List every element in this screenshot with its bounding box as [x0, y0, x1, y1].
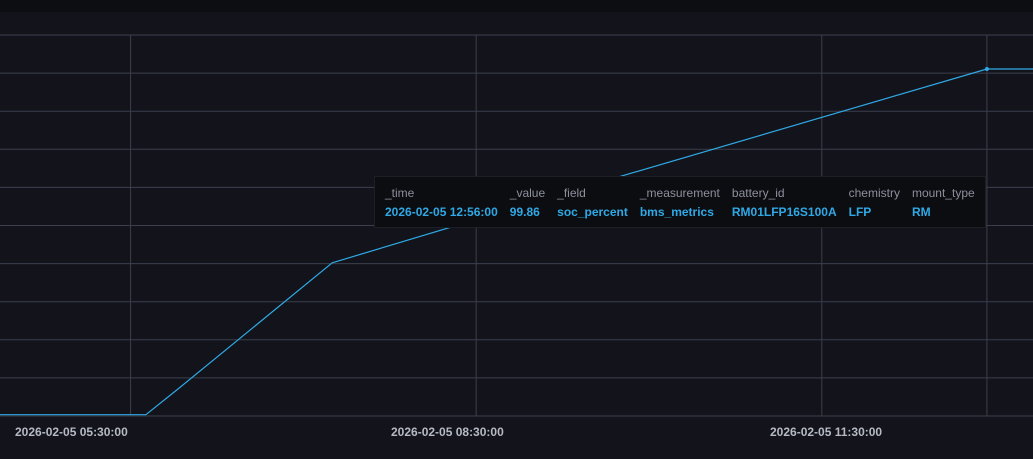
- tooltip-header: _time: [385, 186, 415, 200]
- tooltip-header: chemistry: [848, 186, 900, 200]
- tooltip-column-mount-type: mount_type RM: [912, 186, 975, 227]
- tooltip-value: RM: [911, 205, 931, 219]
- highlighted-data-point: [984, 67, 989, 72]
- tooltip-header: _value: [509, 186, 546, 200]
- line-chart[interactable]: [0, 0, 1033, 459]
- tooltip-value: soc_percent: [557, 205, 628, 219]
- x-tick-label: 2026-02-05 05:30:00: [15, 425, 128, 439]
- tooltip-value: bms_metrics: [639, 205, 714, 219]
- tooltip-header: _measurement: [639, 186, 720, 200]
- tooltip-column-field: _field soc_percent: [557, 186, 628, 227]
- tooltip-column-measurement: _measurement bms_metrics: [640, 186, 720, 227]
- tooltip-value: LFP: [848, 205, 872, 219]
- tooltip-value: 99.86: [509, 205, 540, 219]
- tooltip-column-battery-id: battery_id RM01LFP16S100A: [732, 186, 837, 227]
- tooltip-header: _field: [557, 186, 586, 200]
- data-point-tooltip: _time 2026-02-05 12:56:00 _value 99.86 _…: [374, 176, 986, 228]
- tooltip-column-time: _time 2026-02-05 12:56:00: [385, 186, 498, 227]
- x-tick-label: 2026-02-05 08:30:00: [391, 425, 504, 439]
- series-line: [0, 68, 1033, 416]
- x-tick-label: 2026-02-05 11:30:00: [770, 425, 883, 439]
- tooltip-header: mount_type: [911, 186, 975, 200]
- tooltip-column-chemistry: chemistry LFP: [849, 186, 900, 227]
- tooltip-header: battery_id: [731, 186, 785, 200]
- tooltip-column-value: _value 99.86: [510, 186, 545, 227]
- tooltip-value: 2026-02-05 12:56:00: [385, 205, 498, 219]
- tooltip-value: RM01LFP16S100A: [731, 205, 837, 219]
